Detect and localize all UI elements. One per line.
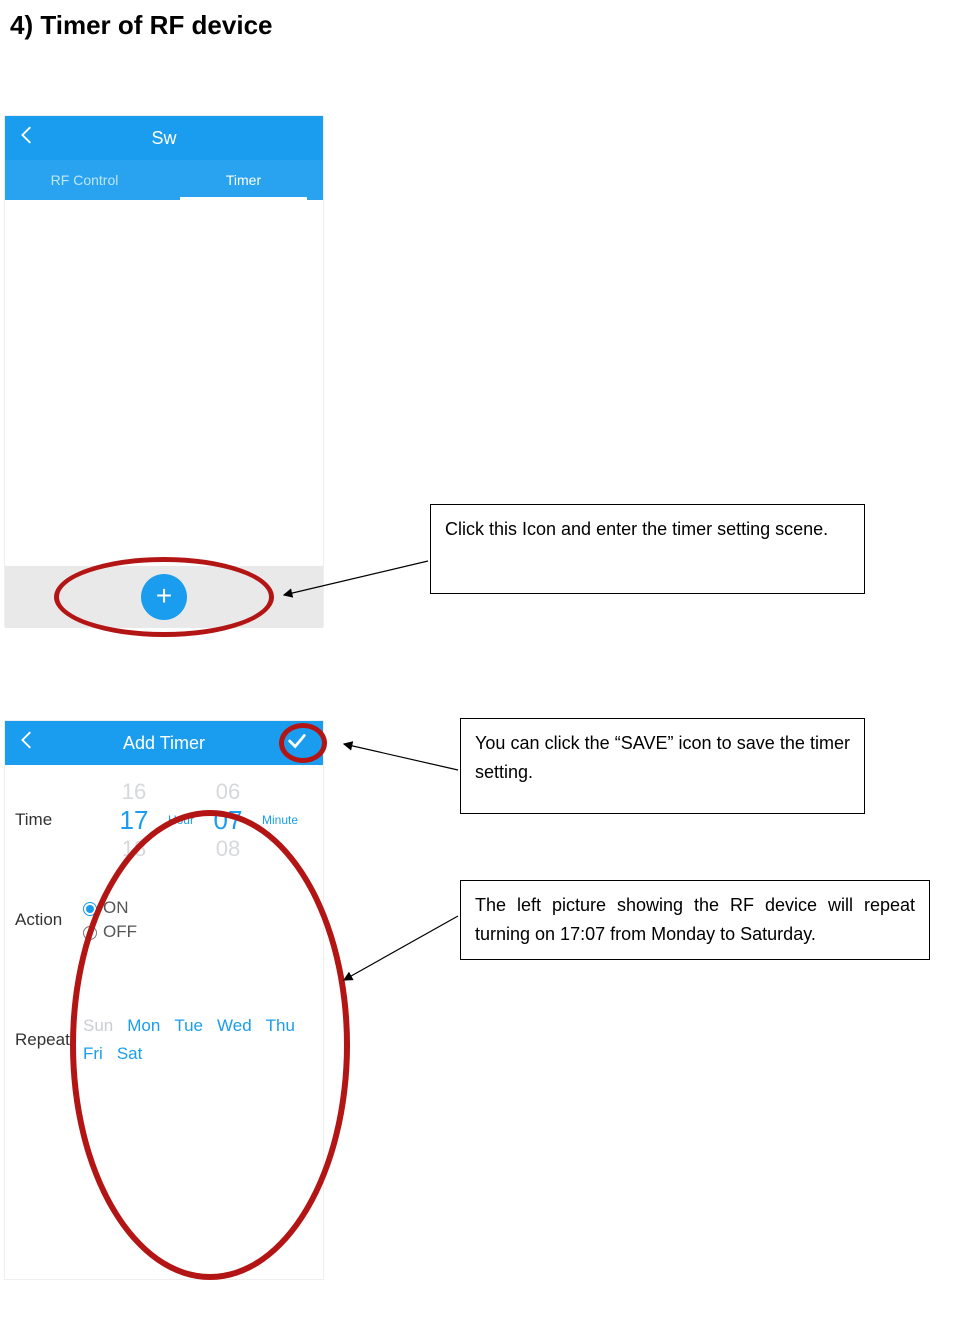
day-fri[interactable]: Fri	[83, 1044, 103, 1064]
hour-prev: 16	[106, 779, 162, 805]
annotation-card-repeat: The left picture showing the RF device w…	[460, 880, 930, 960]
timer-tab-screenshot: Sw RF Control Timer +	[4, 115, 324, 627]
tab-rf-control[interactable]: RF Control	[5, 160, 164, 200]
nav-bar: Add Timer	[5, 721, 323, 765]
back-arrow-icon[interactable]	[5, 729, 49, 757]
day-mon[interactable]: Mon	[127, 1016, 160, 1036]
annotation-card-add: Click this Icon and enter the timer sett…	[430, 504, 865, 594]
repeat-label: Repeat	[9, 1030, 83, 1050]
minute-unit: Minute	[260, 813, 300, 827]
tab-timer[interactable]: Timer	[164, 160, 323, 200]
back-arrow-icon[interactable]	[5, 124, 49, 152]
minute-prev: 06	[200, 779, 256, 805]
day-sun[interactable]: Sun	[83, 1016, 113, 1036]
time-row: Time 16 17 18 Hour 06 07 08	[9, 765, 323, 875]
section-heading: 4) Timer of RF device	[10, 10, 273, 41]
minute-selected: 07	[200, 805, 256, 836]
time-picker[interactable]: 16 17 18 Hour 06 07 08 Minute	[83, 779, 323, 862]
hour-next: 18	[106, 836, 162, 862]
radio-off[interactable]: OFF	[83, 922, 323, 942]
nav-title: Add Timer	[5, 733, 323, 754]
day-tue[interactable]: Tue	[174, 1016, 203, 1036]
radio-off-label: OFF	[103, 922, 137, 941]
day-thu[interactable]: Thu	[266, 1016, 295, 1036]
action-row: Action ON OFF	[9, 875, 323, 965]
repeat-row: Repeat Sun Mon Tue Wed Thu Fri Sat	[9, 965, 323, 1115]
nav-bar: Sw	[5, 116, 323, 160]
timer-list-empty	[5, 200, 323, 566]
save-button[interactable]	[279, 721, 315, 765]
day-picker: Sun Mon Tue Wed Thu Fri Sat	[83, 1016, 323, 1064]
minute-next: 08	[200, 836, 256, 862]
day-wed[interactable]: Wed	[217, 1016, 252, 1036]
radio-on[interactable]: ON	[83, 898, 323, 918]
add-timer-screenshot: Add Timer Time 16 17 18 H	[4, 720, 324, 1280]
annotation-card-save: You can click the “SAVE” icon to save th…	[460, 718, 865, 814]
arrow-annotation	[340, 910, 470, 990]
time-label: Time	[9, 810, 83, 830]
arrow-annotation	[340, 740, 470, 780]
check-icon	[286, 730, 308, 757]
hour-unit: Hour	[166, 813, 196, 827]
footer-bar: +	[5, 566, 323, 628]
hour-selected: 17	[106, 805, 162, 836]
nav-title: Sw	[5, 128, 323, 149]
add-timer-button[interactable]: +	[141, 574, 187, 620]
action-label: Action	[9, 910, 83, 930]
plus-icon: +	[156, 580, 172, 611]
radio-icon	[83, 926, 97, 940]
radio-icon	[83, 902, 97, 916]
radio-on-label: ON	[103, 898, 129, 917]
day-sat[interactable]: Sat	[117, 1044, 143, 1064]
tab-bar: RF Control Timer	[5, 160, 323, 200]
